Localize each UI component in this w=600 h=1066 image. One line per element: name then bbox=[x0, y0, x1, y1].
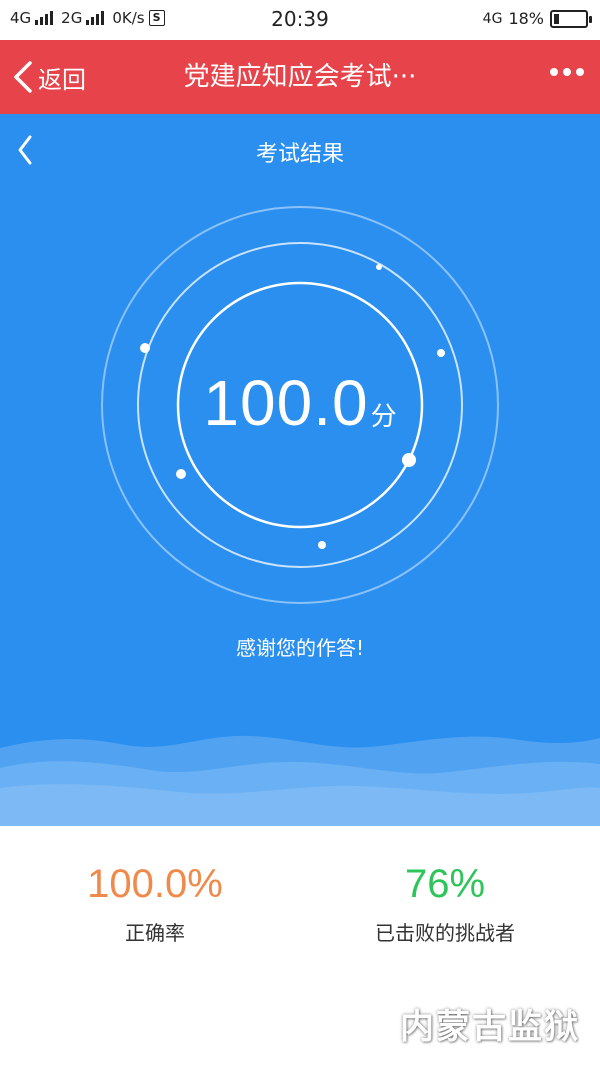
score-unit: 分 bbox=[370, 402, 397, 432]
ring-dot bbox=[437, 349, 445, 357]
result-hero: 考试结果 100.0分 感谢您的作答! bbox=[0, 114, 600, 826]
beaten-stat: 76% 已击败的挑战者 bbox=[295, 862, 595, 946]
nav-bar: 返回 党建应知应会考试··· bbox=[0, 40, 600, 114]
battery-level bbox=[554, 13, 560, 24]
ring-dot bbox=[176, 469, 186, 479]
back-label: 返回 bbox=[38, 65, 86, 94]
more-dots-icon[interactable] bbox=[550, 68, 584, 76]
ring-dot bbox=[402, 453, 416, 467]
accuracy-value: 100.0% bbox=[87, 862, 223, 906]
score-value: 100.0 bbox=[203, 367, 369, 439]
nav-title: 党建应知应会考试··· bbox=[183, 62, 417, 92]
ring-dot bbox=[140, 343, 150, 353]
stats-panel: 100.0% 正确率 76% 已击败的挑战者 内蒙古监狱 bbox=[0, 826, 600, 1066]
status-right: 4G 18% bbox=[482, 9, 592, 28]
chevron-left-icon bbox=[14, 61, 32, 93]
watermark: 内蒙古监狱 bbox=[400, 1007, 580, 1047]
ring-dot bbox=[318, 541, 326, 549]
accuracy-stat: 100.0% 正确率 bbox=[5, 862, 305, 946]
battery-percent: 18% bbox=[508, 9, 544, 28]
thanks-message: 感谢您的作答! bbox=[235, 636, 365, 660]
score-display: 100.0分 bbox=[0, 366, 600, 440]
accuracy-label: 正确率 bbox=[125, 921, 185, 945]
status-bar: 4G 2G 0K/s S 20:39 4G 18% bbox=[0, 0, 600, 40]
back-button[interactable]: 返回 bbox=[12, 40, 86, 114]
ring-dot bbox=[376, 264, 382, 270]
beaten-value: 76% bbox=[404, 862, 486, 906]
battery-icon bbox=[550, 9, 592, 28]
wave-decoration bbox=[0, 735, 600, 826]
network-type-right: 4G bbox=[482, 10, 503, 27]
beaten-label: 已击败的挑战者 bbox=[375, 921, 515, 945]
